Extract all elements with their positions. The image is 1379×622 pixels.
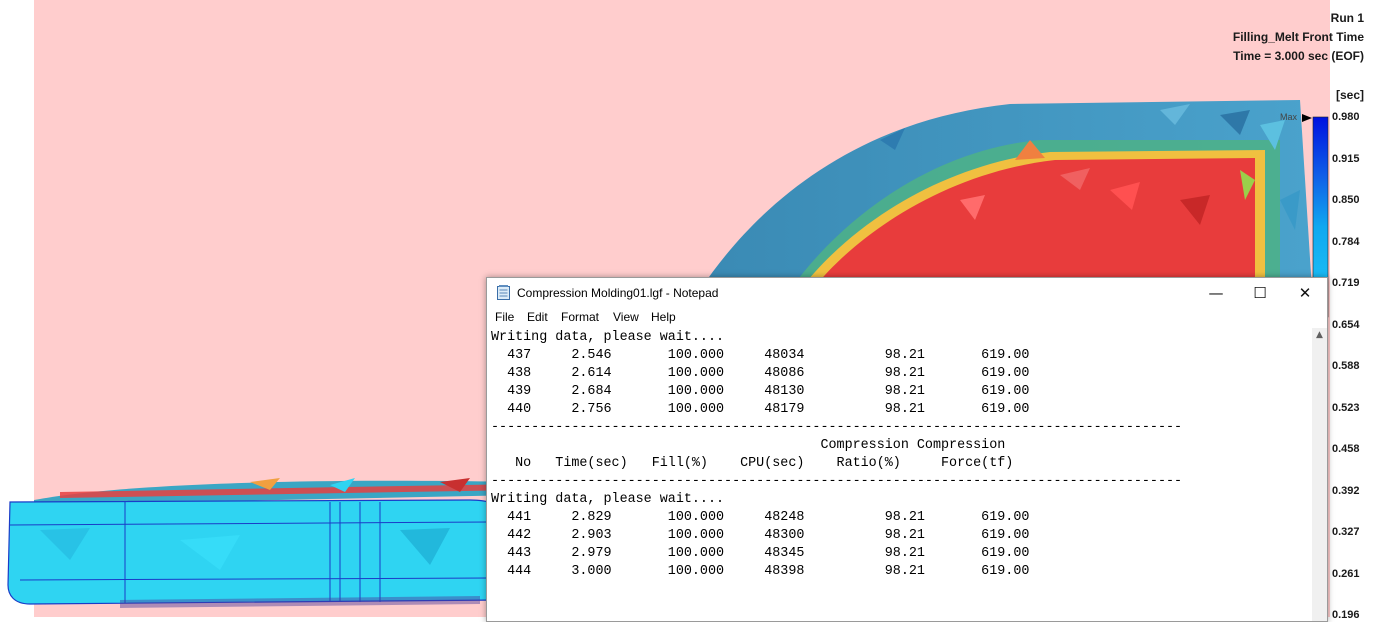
- scroll-up-arrow-icon[interactable]: ▲: [1312, 330, 1327, 340]
- legend-value: 0.980: [1332, 111, 1360, 123]
- legend-max-label: Max: [1280, 112, 1298, 122]
- legend-value: 0.327: [1332, 526, 1360, 538]
- result-name: Filling_Melt Front Time: [1232, 30, 1364, 44]
- cyan-part: [7, 499, 501, 608]
- legend-value: 0.458: [1332, 443, 1360, 455]
- legend-unit: [sec]: [1335, 88, 1364, 102]
- legend-value: 0.784: [1332, 236, 1360, 248]
- notepad-icon: [497, 285, 510, 300]
- menu-help[interactable]: Help: [651, 310, 676, 324]
- notepad-window[interactable]: Compression Molding01.lgf - Notepad — ☐ …: [486, 277, 1328, 622]
- menu-view[interactable]: View: [613, 310, 639, 324]
- legend-value: 0.654: [1332, 319, 1360, 331]
- menu-file[interactable]: File: [495, 310, 514, 324]
- time-label: Time = 3.000 sec (EOF): [1233, 49, 1364, 63]
- title-bar[interactable]: Compression Molding01.lgf - Notepad — ☐ …: [487, 278, 1327, 308]
- legend-value: 0.915: [1332, 153, 1360, 165]
- legend-value: 0.719: [1332, 277, 1360, 289]
- close-button[interactable]: ✕: [1282, 278, 1328, 308]
- minimize-button[interactable]: —: [1193, 278, 1239, 308]
- text-editor-area[interactable]: Writing data, please wait.... 437 2.546 …: [491, 329, 1311, 621]
- menu-bar: File Edit Format View Help: [487, 308, 1327, 328]
- vertical-scrollbar[interactable]: ▲: [1312, 328, 1327, 621]
- legend-value: 0.850: [1332, 194, 1360, 206]
- legend-value: 0.392: [1332, 485, 1360, 497]
- menu-format[interactable]: Format: [561, 310, 599, 324]
- legend-value: 0.588: [1332, 360, 1360, 372]
- legend-value: 0.261: [1332, 568, 1360, 580]
- legend-value: 0.523: [1332, 402, 1360, 414]
- window-title: Compression Molding01.lgf - Notepad: [517, 286, 719, 300]
- maximize-button[interactable]: ☐: [1237, 278, 1283, 308]
- run-label: Run 1: [1330, 11, 1364, 25]
- menu-edit[interactable]: Edit: [527, 310, 548, 324]
- legend-value: 0.196: [1332, 609, 1360, 621]
